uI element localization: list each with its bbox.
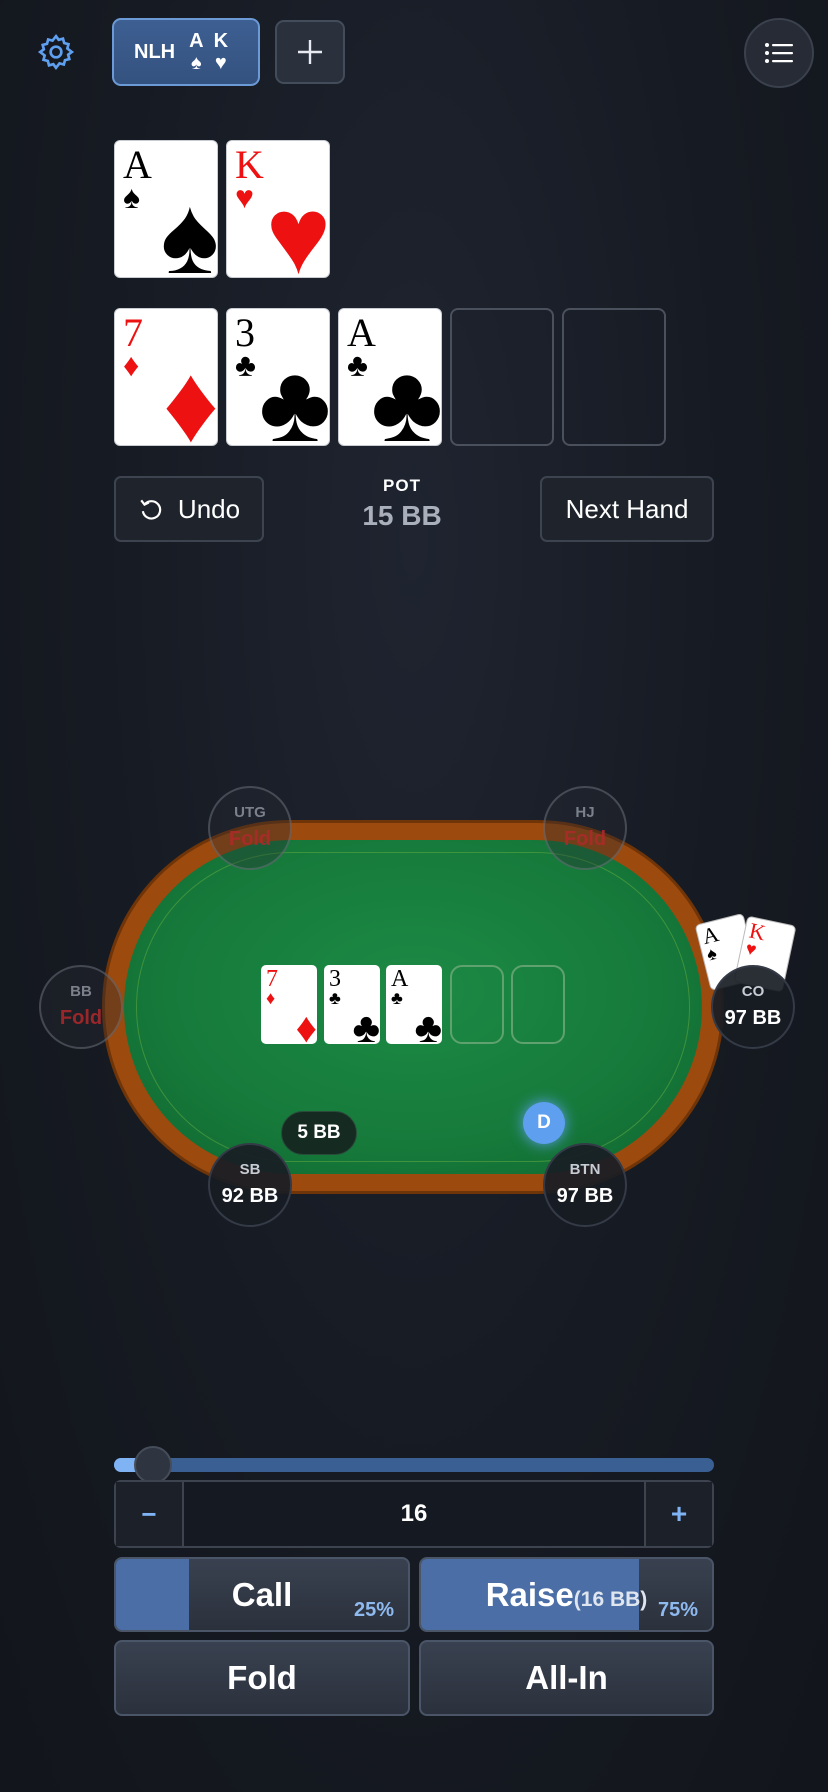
all-in-label: All-In xyxy=(525,1659,608,1696)
add-hand-button[interactable] xyxy=(275,20,345,84)
call-frequency: 25% xyxy=(353,1599,394,1621)
spade-icon: ♠ xyxy=(160,175,218,278)
pot-value: 15 BB xyxy=(362,500,442,531)
seat-position: HJ xyxy=(575,804,595,821)
raise-frequency: 75% xyxy=(657,1599,698,1621)
seat-btn[interactable]: BTN 97 BB xyxy=(543,1143,627,1227)
club-icon: ♣ xyxy=(352,1006,380,1044)
pot-label: POT xyxy=(383,476,421,495)
seat-stack: 97 BB xyxy=(556,1185,614,1207)
seat-position: CO xyxy=(741,983,765,1000)
call-button[interactable]: Call 25% xyxy=(114,1557,410,1632)
spade-icon: ♠ xyxy=(191,52,202,74)
settings-gear-icon[interactable] xyxy=(36,32,76,72)
seat-stack: 97 BB xyxy=(724,1007,782,1029)
decrease-bet-button[interactable]: − xyxy=(116,1482,184,1546)
table-board-card-1: 7 ♦ ♦ xyxy=(261,965,317,1044)
board-card-2[interactable]: 3 ♣ ♣ xyxy=(226,308,330,446)
sb-bet-chip: 5 BB xyxy=(281,1111,357,1155)
seat-fold-status: Fold xyxy=(563,828,607,850)
board-card-1[interactable]: 7 ♦ ♦ xyxy=(114,308,218,446)
table-board-slot-turn xyxy=(450,965,504,1044)
club-icon: ♣ xyxy=(391,988,403,1008)
fold-button[interactable]: Fold xyxy=(114,1640,410,1716)
raise-button[interactable]: Raise(16 BB) 75% xyxy=(419,1557,714,1632)
plus-icon xyxy=(298,40,322,64)
heart-icon: ♥ xyxy=(265,175,330,278)
club-icon: ♣ xyxy=(347,347,368,383)
seat-utg[interactable]: UTG Fold xyxy=(208,786,292,870)
raise-label: Raise xyxy=(485,1575,574,1613)
seat-fold-status: Fold xyxy=(59,1007,103,1029)
club-icon: ♣ xyxy=(258,343,330,446)
seat-position: UTG xyxy=(234,804,266,821)
seat-sb[interactable]: SB 92 BB xyxy=(208,1143,292,1227)
board-slot-turn[interactable] xyxy=(450,308,554,446)
list-icon xyxy=(765,43,793,63)
bet-slider-track[interactable] xyxy=(114,1458,714,1472)
bet-slider-thumb[interactable] xyxy=(134,1446,172,1484)
heart-icon: ♥ xyxy=(214,52,227,74)
board-card-3[interactable]: A ♣ ♣ xyxy=(338,308,442,446)
raise-amount: (16 BB) xyxy=(573,1587,648,1611)
hand-tab-active[interactable]: NLH A ♠ K ♥ xyxy=(112,18,260,86)
club-icon: ♣ xyxy=(370,343,442,446)
undo-icon xyxy=(140,499,162,520)
seat-co[interactable]: CO 97 BB xyxy=(711,965,795,1049)
fold-label: Fold xyxy=(227,1659,297,1696)
undo-button[interactable]: Undo xyxy=(114,476,264,542)
diamond-icon: ♦ xyxy=(295,1006,317,1044)
next-hand-label: Next Hand xyxy=(565,493,689,524)
seat-position: BTN xyxy=(569,1161,601,1178)
seat-stack: 92 BB xyxy=(221,1185,279,1207)
seat-bb[interactable]: BB Fold xyxy=(39,965,123,1049)
raise-label-group: Raise(16 BB) xyxy=(486,1576,648,1614)
seat-hj[interactable]: HJ Fold xyxy=(543,786,627,870)
spade-icon: ♠ xyxy=(704,942,719,965)
hole-card-1[interactable]: A ♠ ♠ xyxy=(114,140,218,278)
club-icon: ♣ xyxy=(414,1006,442,1044)
heart-icon: ♥ xyxy=(743,938,759,960)
diamond-icon: ♦ xyxy=(266,988,276,1008)
seat-fold-status: Fold xyxy=(228,828,272,850)
increase-bet-button[interactable]: + xyxy=(644,1482,712,1546)
club-icon: ♣ xyxy=(235,347,256,383)
table-board-card-3: A ♣ ♣ xyxy=(386,965,442,1044)
all-in-button[interactable]: All-In xyxy=(419,1640,714,1716)
spade-icon: ♠ xyxy=(123,179,140,215)
club-icon: ♣ xyxy=(329,988,341,1008)
call-frequency-bar xyxy=(116,1559,189,1630)
hole-card-2[interactable]: K ♥ ♥ xyxy=(226,140,330,278)
heart-icon: ♥ xyxy=(235,179,254,215)
hand-tab-card-1-rank: A xyxy=(189,30,204,52)
table-board-card-2: 3 ♣ ♣ xyxy=(324,965,380,1044)
diamond-icon: ♦ xyxy=(123,347,140,383)
bet-amount-input[interactable]: 16 xyxy=(186,1482,642,1546)
board-slot-river[interactable] xyxy=(562,308,666,446)
hand-tab-card-2: K ♥ xyxy=(214,30,228,74)
next-hand-button[interactable]: Next Hand xyxy=(540,476,714,542)
seat-position: SB xyxy=(239,1161,261,1178)
menu-button[interactable] xyxy=(744,18,814,88)
dealer-button: D xyxy=(523,1102,565,1144)
diamond-icon: ♦ xyxy=(162,343,218,446)
hand-tab-game: NLH xyxy=(134,40,176,63)
seat-position: BB xyxy=(70,983,92,1000)
hand-tab-card-1: A ♠ xyxy=(189,30,203,74)
call-label: Call xyxy=(231,1575,293,1613)
undo-label: Undo xyxy=(177,493,241,524)
hand-tab-card-2-rank: K xyxy=(213,30,229,52)
table-board-slot-river xyxy=(511,965,565,1044)
